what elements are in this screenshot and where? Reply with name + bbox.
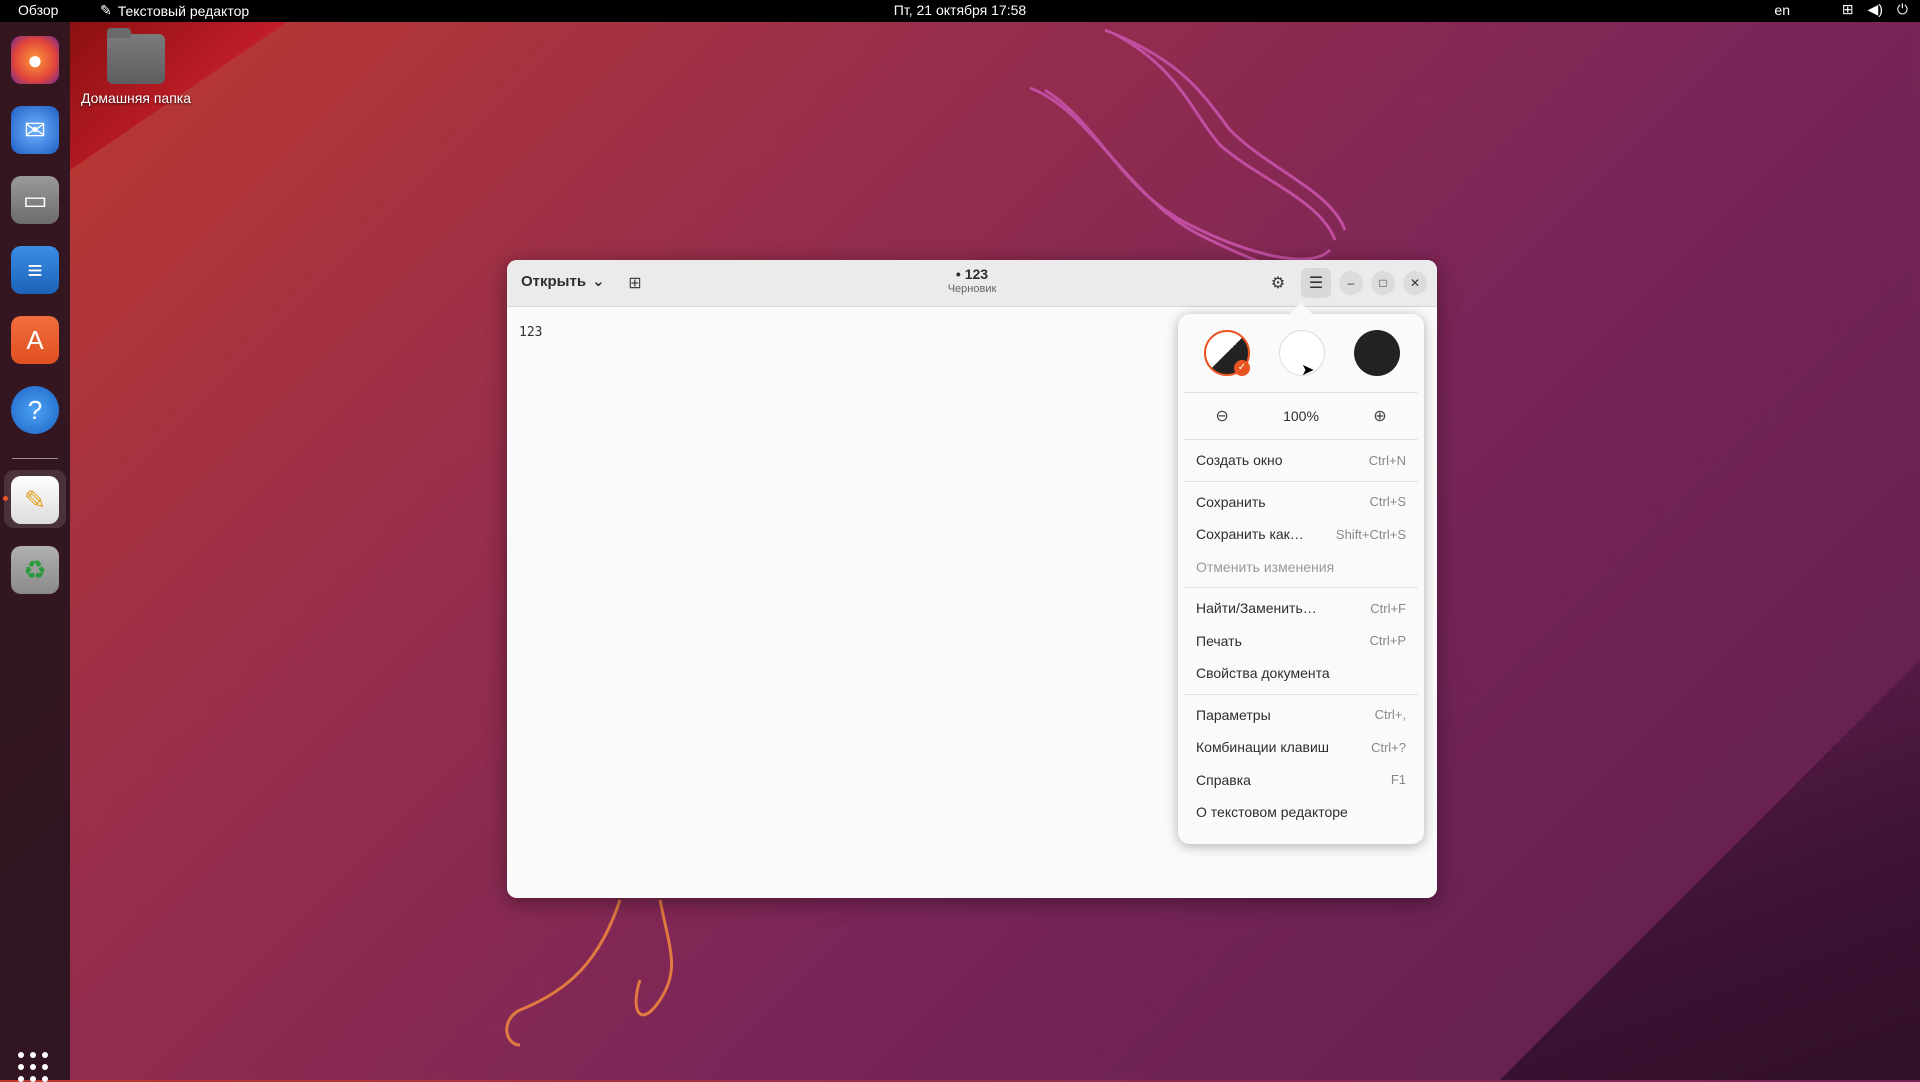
system-tray[interactable]: ⊞ ◀) ⏻ [1842, 1, 1908, 18]
menu-item-keyboard-shortcuts[interactable]: Комбинации клавиш Ctrl+? [1184, 731, 1418, 764]
menu-item-accel: Ctrl+? [1370, 739, 1406, 755]
wallpaper-shadow [1500, 660, 1920, 1080]
menu-item-label: Комбинации клавиш [1196, 739, 1330, 756]
software-icon[interactable]: A [11, 316, 59, 364]
menu-item-label: Справка [1196, 771, 1251, 788]
menu-item-find-replace[interactable]: Найти/Заменить… Ctrl+F [1184, 592, 1418, 625]
zoom-in-icon[interactable]: ⊕ [1365, 406, 1395, 426]
home-folder[interactable]: Домашняя папка [76, 28, 196, 106]
menu-item-accel: Ctrl+F [1370, 600, 1406, 616]
top-bar: Обзор ✎ Текстовый редактор Пт, 21 октябр… [0, 0, 1920, 22]
app-menu[interactable]: ✎ Текстовый редактор [100, 2, 249, 19]
menu-section-file: Сохранить Ctrl+S Сохранить как… Shift+Ct… [1184, 482, 1418, 588]
volume-icon: ◀) [1867, 1, 1883, 17]
menu-item-accel: Shift+Ctrl+S [1335, 526, 1406, 542]
dark-theme-button[interactable] [1354, 330, 1400, 376]
menu-section-window: Создать окно Ctrl+N [1184, 440, 1418, 482]
chevron-down-icon: ⌄ [592, 273, 605, 290]
menu-item-print[interactable]: Печать Ctrl+P [1184, 625, 1418, 658]
apps-grid-icon[interactable] [18, 1052, 48, 1082]
document-title: • 123 [955, 266, 989, 282]
app-menu-label: Текстовый редактор [117, 2, 250, 19]
window-title: • 123 Черновик [948, 266, 997, 295]
checkmark-icon: ✓ [1234, 360, 1250, 376]
menu-item-label: Параметры [1196, 706, 1271, 723]
open-button[interactable]: Открыть ⌄ [521, 272, 605, 291]
trash-icon[interactable]: ♻ [11, 546, 59, 594]
menu-item-label: Найти/Заменить… [1196, 600, 1317, 617]
document-subtitle: Черновик [947, 283, 997, 295]
maximize-icon[interactable]: □ [1371, 271, 1395, 295]
files-icon[interactable]: ▭ [11, 176, 59, 224]
clock[interactable]: Пт, 21 октября 17:58 [894, 2, 1026, 18]
menu-item-accel: Ctrl+P [1369, 633, 1406, 649]
main-menu-popover: ✓ ➤ ⊖ 100% ⊕ Создать окно Ctrl+N Сохрани… [1178, 314, 1424, 844]
zoom-value[interactable]: 100% [1283, 408, 1319, 424]
home-folder-label: Домашняя папка [80, 90, 192, 106]
activities-button[interactable]: Обзор [18, 2, 58, 18]
menu-section-app: Параметры Ctrl+, Комбинации клавиш Ctrl+… [1184, 695, 1418, 833]
language-indicator[interactable]: en [1774, 2, 1790, 18]
menu-item-accel: F1 [1390, 772, 1406, 788]
zoom-controls: ⊖ 100% ⊕ [1184, 392, 1418, 440]
dock-separator [12, 458, 58, 459]
menu-item-save-as[interactable]: Сохранить как… Shift+Ctrl+S [1184, 518, 1418, 551]
main-menu-icon[interactable]: ☰ [1301, 268, 1331, 298]
menu-item-accel: Ctrl+, [1374, 707, 1406, 723]
firefox-icon[interactable]: ● [11, 36, 59, 84]
menu-item-label: Печать [1196, 632, 1242, 649]
text-editor-icon[interactable]: ✎ [11, 476, 59, 524]
menu-item-label: Отменить изменения [1196, 558, 1335, 575]
mouse-cursor-icon: ➤ [1301, 362, 1315, 379]
menu-item-label: Свойства документа [1196, 665, 1330, 682]
minimize-icon[interactable]: – [1339, 271, 1363, 295]
menu-item-label: Сохранить как… [1196, 526, 1304, 543]
menu-section-edit: Найти/Заменить… Ctrl+F Печать Ctrl+P Сво… [1184, 588, 1418, 695]
menu-item-help[interactable]: Справка F1 [1184, 764, 1418, 797]
menu-item-label: Создать окно [1196, 452, 1283, 469]
menu-item-save[interactable]: Сохранить Ctrl+S [1184, 486, 1418, 519]
help-icon[interactable]: ? [11, 386, 59, 434]
text-editor-icon: ✎ [100, 2, 112, 18]
thunderbird-icon[interactable]: ✉ [11, 106, 59, 154]
zoom-out-icon[interactable]: ⊖ [1207, 406, 1237, 426]
menu-item-about[interactable]: О текстовом редакторе [1184, 796, 1418, 829]
menu-item-new-window[interactable]: Создать окно Ctrl+N [1184, 444, 1418, 477]
open-button-label: Открыть [521, 272, 587, 290]
menu-item-accel: Ctrl+N [1368, 452, 1406, 468]
home-folder-icon [107, 28, 165, 84]
menu-item-document-properties[interactable]: Свойства документа [1184, 657, 1418, 690]
dock: ● ✉ ▭ ≡ A ? ✎ ♻ [0, 22, 70, 1082]
theme-switcher: ✓ ➤ [1178, 314, 1424, 392]
network-icon: ⊞ [1841, 1, 1854, 17]
menu-item-label: Сохранить [1196, 493, 1266, 510]
settings-gear-icon[interactable]: ⚙ [1263, 268, 1293, 298]
new-tab-icon[interactable]: ⊞ [625, 273, 645, 293]
header-controls: ⚙ ☰ – □ ✕ [1263, 268, 1427, 298]
writer-icon[interactable]: ≡ [11, 246, 59, 294]
power-icon: ⏻ [1896, 1, 1908, 17]
close-icon[interactable]: ✕ [1403, 271, 1427, 295]
menu-item-preferences[interactable]: Параметры Ctrl+, [1184, 699, 1418, 732]
menu-item-discard-changes: Отменить изменения [1184, 551, 1418, 584]
header-bar: Открыть ⌄ ⊞ • 123 Черновик ⚙ ☰ – □ ✕ [507, 260, 1437, 307]
menu-item-label: О текстовом редакторе [1196, 804, 1348, 821]
menu-item-accel: Ctrl+S [1369, 494, 1406, 510]
running-indicator [3, 496, 8, 501]
